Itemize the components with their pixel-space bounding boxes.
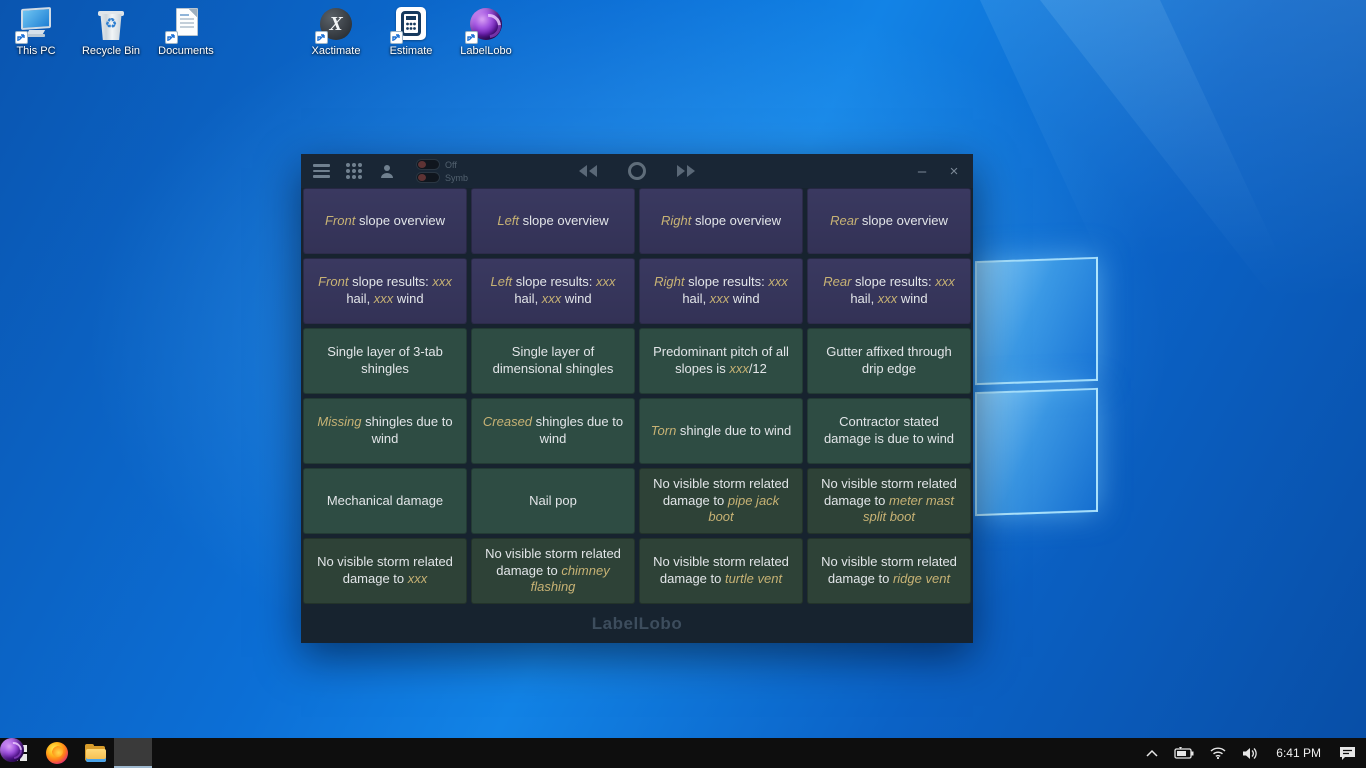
label-button-grid: Front slope overviewLeft slope overviewR… <box>301 188 973 604</box>
grid-button[interactable]: No visible storm related damage to pipe … <box>639 468 803 534</box>
grid-button[interactable]: Single layer of dimensional shingles <box>471 328 635 394</box>
volume-icon[interactable] <box>1236 738 1264 768</box>
off-toggle-label: Off <box>445 160 457 170</box>
desktop-icon-label: Xactimate <box>300 45 372 57</box>
file-explorer-icon <box>83 743 107 763</box>
desktop-icon-documents[interactable]: Documents <box>150 6 222 57</box>
grid-button[interactable]: Front slope overview <box>303 188 467 254</box>
wallpaper-window-pane <box>975 257 1098 385</box>
desktop-icon-this-pc[interactable]: This PC <box>0 6 72 57</box>
recycle-bin-icon: ♻ <box>93 6 129 42</box>
desktop-icon-label: LabelLobo <box>450 45 522 57</box>
grid-button[interactable]: No visible storm related damage to turtl… <box>639 538 803 604</box>
xactimate-icon: X <box>318 6 354 42</box>
shortcut-arrow-icon <box>465 31 478 44</box>
window-titlebar: Off Symb – <box>301 154 973 188</box>
symb-toggle[interactable] <box>416 172 440 183</box>
desktop-icon-label: This PC <box>0 45 72 57</box>
grid-button[interactable]: Rear slope results: xxx hail, xxx wind <box>807 258 971 324</box>
battery-icon[interactable] <box>1168 738 1200 768</box>
chevron-up-icon[interactable] <box>1140 738 1164 768</box>
grid-button[interactable]: Missing shingles due to wind <box>303 398 467 464</box>
grid-button[interactable]: Right slope results: xxx hail, xxx wind <box>639 258 803 324</box>
light-beam <box>1040 0 1366 300</box>
grid-button[interactable]: Predominant pitch of all slopes is xxx/1… <box>639 328 803 394</box>
taskbar: 6:41 PM <box>0 738 1366 768</box>
light-beam <box>980 0 1281 260</box>
wallpaper-window-pane <box>975 388 1098 516</box>
labellobo-window: Off Symb – <box>301 154 973 643</box>
grid-button[interactable]: Right slope overview <box>639 188 803 254</box>
menu-icon[interactable] <box>311 162 331 180</box>
grid-button[interactable]: Gutter affixed through drip edge <box>807 328 971 394</box>
this-pc-icon <box>18 6 54 42</box>
taskbar-clock[interactable]: 6:41 PM <box>1268 738 1329 768</box>
close-button[interactable]: × <box>945 164 963 179</box>
grid-button[interactable]: Single layer of 3-tab shingles <box>303 328 467 394</box>
estimate-icon <box>393 6 429 42</box>
rewind-icon[interactable] <box>577 164 599 178</box>
grid-button[interactable]: No visible storm related damage to chimn… <box>471 538 635 604</box>
record-icon[interactable] <box>627 161 647 181</box>
grid-button[interactable]: Torn shingle due to wind <box>639 398 803 464</box>
action-center-icon[interactable] <box>1333 738 1362 768</box>
grid-button[interactable]: No visible storm related damage to ridge… <box>807 538 971 604</box>
firefox-icon <box>46 742 68 764</box>
labellobo-icon <box>121 741 145 765</box>
grid-button[interactable]: Rear slope overview <box>807 188 971 254</box>
grid-button[interactable]: No visible storm related damage to xxx <box>303 538 467 604</box>
grid-button[interactable]: Creased shingles due to wind <box>471 398 635 464</box>
apps-grid-icon[interactable] <box>344 162 364 180</box>
documents-icon <box>168 6 204 42</box>
grid-button[interactable]: Left slope results: xxx hail, xxx wind <box>471 258 635 324</box>
fast-forward-icon[interactable] <box>675 164 697 178</box>
taskbar-firefox[interactable] <box>38 738 76 768</box>
grid-button[interactable]: Nail pop <box>471 468 635 534</box>
desktop-icon-recycle-bin[interactable]: ♻ Recycle Bin <box>75 6 147 57</box>
desktop-icon-estimate[interactable]: Estimate <box>375 6 447 57</box>
desktop-icon-labellobo[interactable]: LabelLobo <box>450 6 522 57</box>
shortcut-arrow-icon <box>165 31 178 44</box>
grid-button[interactable]: Left slope overview <box>471 188 635 254</box>
grid-button[interactable]: Mechanical damage <box>303 468 467 534</box>
labellobo-icon <box>468 6 504 42</box>
grid-button[interactable]: Contractor stated damage is due to wind <box>807 398 971 464</box>
desktop: This PC ♻ Recycle Bin Documents X Xactim… <box>0 0 1366 768</box>
wifi-icon[interactable] <box>1204 738 1232 768</box>
shortcut-arrow-icon <box>390 31 403 44</box>
grid-button[interactable]: No visible storm related damage to meter… <box>807 468 971 534</box>
shortcut-arrow-icon <box>315 31 328 44</box>
desktop-icon-label: Documents <box>150 45 222 57</box>
taskbar-labellobo[interactable] <box>114 738 152 768</box>
minimize-button[interactable]: – <box>913 164 931 179</box>
desktop-icon-label: Estimate <box>375 45 447 57</box>
user-icon[interactable] <box>377 162 397 180</box>
symb-toggle-label: Symb <box>445 173 468 183</box>
footer-brand: LabelLobo <box>301 604 973 643</box>
off-toggle[interactable] <box>416 159 440 170</box>
desktop-icon-label: Recycle Bin <box>75 45 147 57</box>
shortcut-arrow-icon <box>15 31 28 44</box>
desktop-icon-xactimate[interactable]: X Xactimate <box>300 6 372 57</box>
taskbar-file-explorer[interactable] <box>76 738 114 768</box>
grid-button[interactable]: Front slope results: xxx hail, xxx wind <box>303 258 467 324</box>
